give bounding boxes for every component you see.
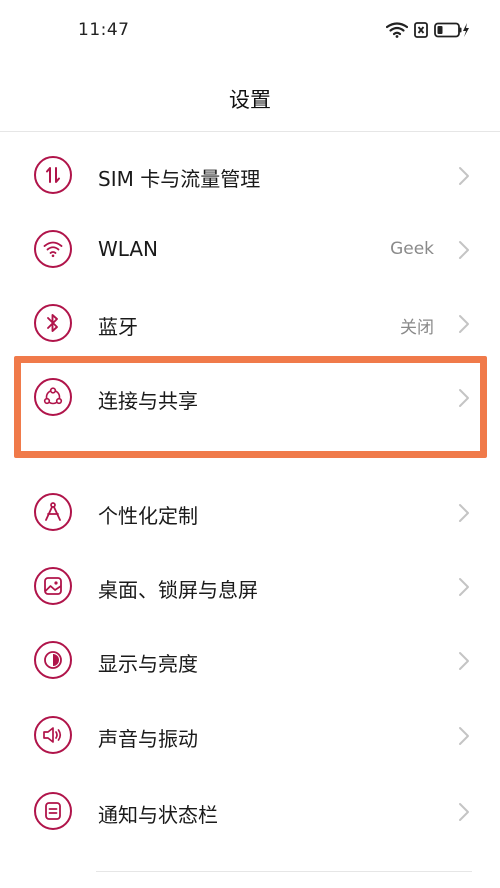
status-time: 11:47 — [78, 20, 130, 40]
sim-data-icon — [34, 156, 72, 194]
divider — [96, 871, 472, 872]
status-bar: 11:47 — [0, 0, 500, 62]
share-icon — [34, 378, 72, 416]
settings-item-desktop-lockscreen[interactable]: 桌面、锁屏与息屏 — [0, 550, 500, 624]
wallpaper-icon — [34, 567, 72, 605]
sim-off-icon — [414, 22, 428, 38]
settings-item-value: 关闭 — [400, 318, 434, 338]
settings-item-notification-statusbar[interactable]: 通知与状态栏 — [0, 775, 500, 849]
status-icons — [386, 22, 470, 38]
settings-item-label: 连接与共享 — [98, 389, 198, 413]
chevron-right-icon — [458, 388, 470, 412]
chevron-right-icon — [458, 651, 470, 675]
battery-charging-icon — [434, 22, 470, 38]
settings-item-label: 桌面、锁屏与息屏 — [98, 578, 258, 602]
settings-item-sound-vibration[interactable]: 声音与振动 — [0, 699, 500, 773]
settings-item-sim[interactable]: SIM 卡与流量管理 — [0, 139, 500, 213]
settings-item-wlan[interactable]: WLAN Geek — [0, 213, 500, 287]
wifi-icon — [386, 22, 408, 38]
settings-item-display-brightness[interactable]: 显示与亮度 — [0, 624, 500, 698]
settings-item-connection-sharing[interactable]: 连接与共享 — [0, 361, 500, 435]
chevron-right-icon — [458, 314, 470, 338]
chevron-right-icon — [458, 166, 470, 190]
settings-item-bluetooth[interactable]: 蓝牙 关闭 — [0, 287, 500, 361]
chevron-right-icon — [458, 503, 470, 527]
settings-item-label: 个性化定制 — [98, 504, 198, 528]
settings-item-label: WLAN — [98, 237, 159, 261]
sound-icon — [34, 716, 72, 754]
chevron-right-icon — [458, 577, 470, 601]
personalize-icon — [34, 493, 72, 531]
wifi-icon — [34, 230, 72, 268]
header: 设置 — [0, 62, 500, 132]
notification-icon — [34, 792, 72, 830]
settings-item-label: 声音与振动 — [98, 727, 198, 751]
bluetooth-icon — [34, 304, 72, 342]
chevron-right-icon — [458, 802, 470, 826]
settings-item-label: 蓝牙 — [98, 315, 138, 339]
settings-item-label: 通知与状态栏 — [98, 803, 218, 827]
brightness-icon — [34, 641, 72, 679]
settings-item-value: Geek — [390, 239, 434, 259]
chevron-right-icon — [458, 240, 470, 264]
settings-item-label: SIM 卡与流量管理 — [98, 167, 261, 191]
chevron-right-icon — [458, 726, 470, 750]
page-title: 设置 — [229, 88, 271, 112]
settings-item-personalization[interactable]: 个性化定制 — [0, 476, 500, 550]
settings-item-label: 显示与亮度 — [98, 652, 198, 676]
